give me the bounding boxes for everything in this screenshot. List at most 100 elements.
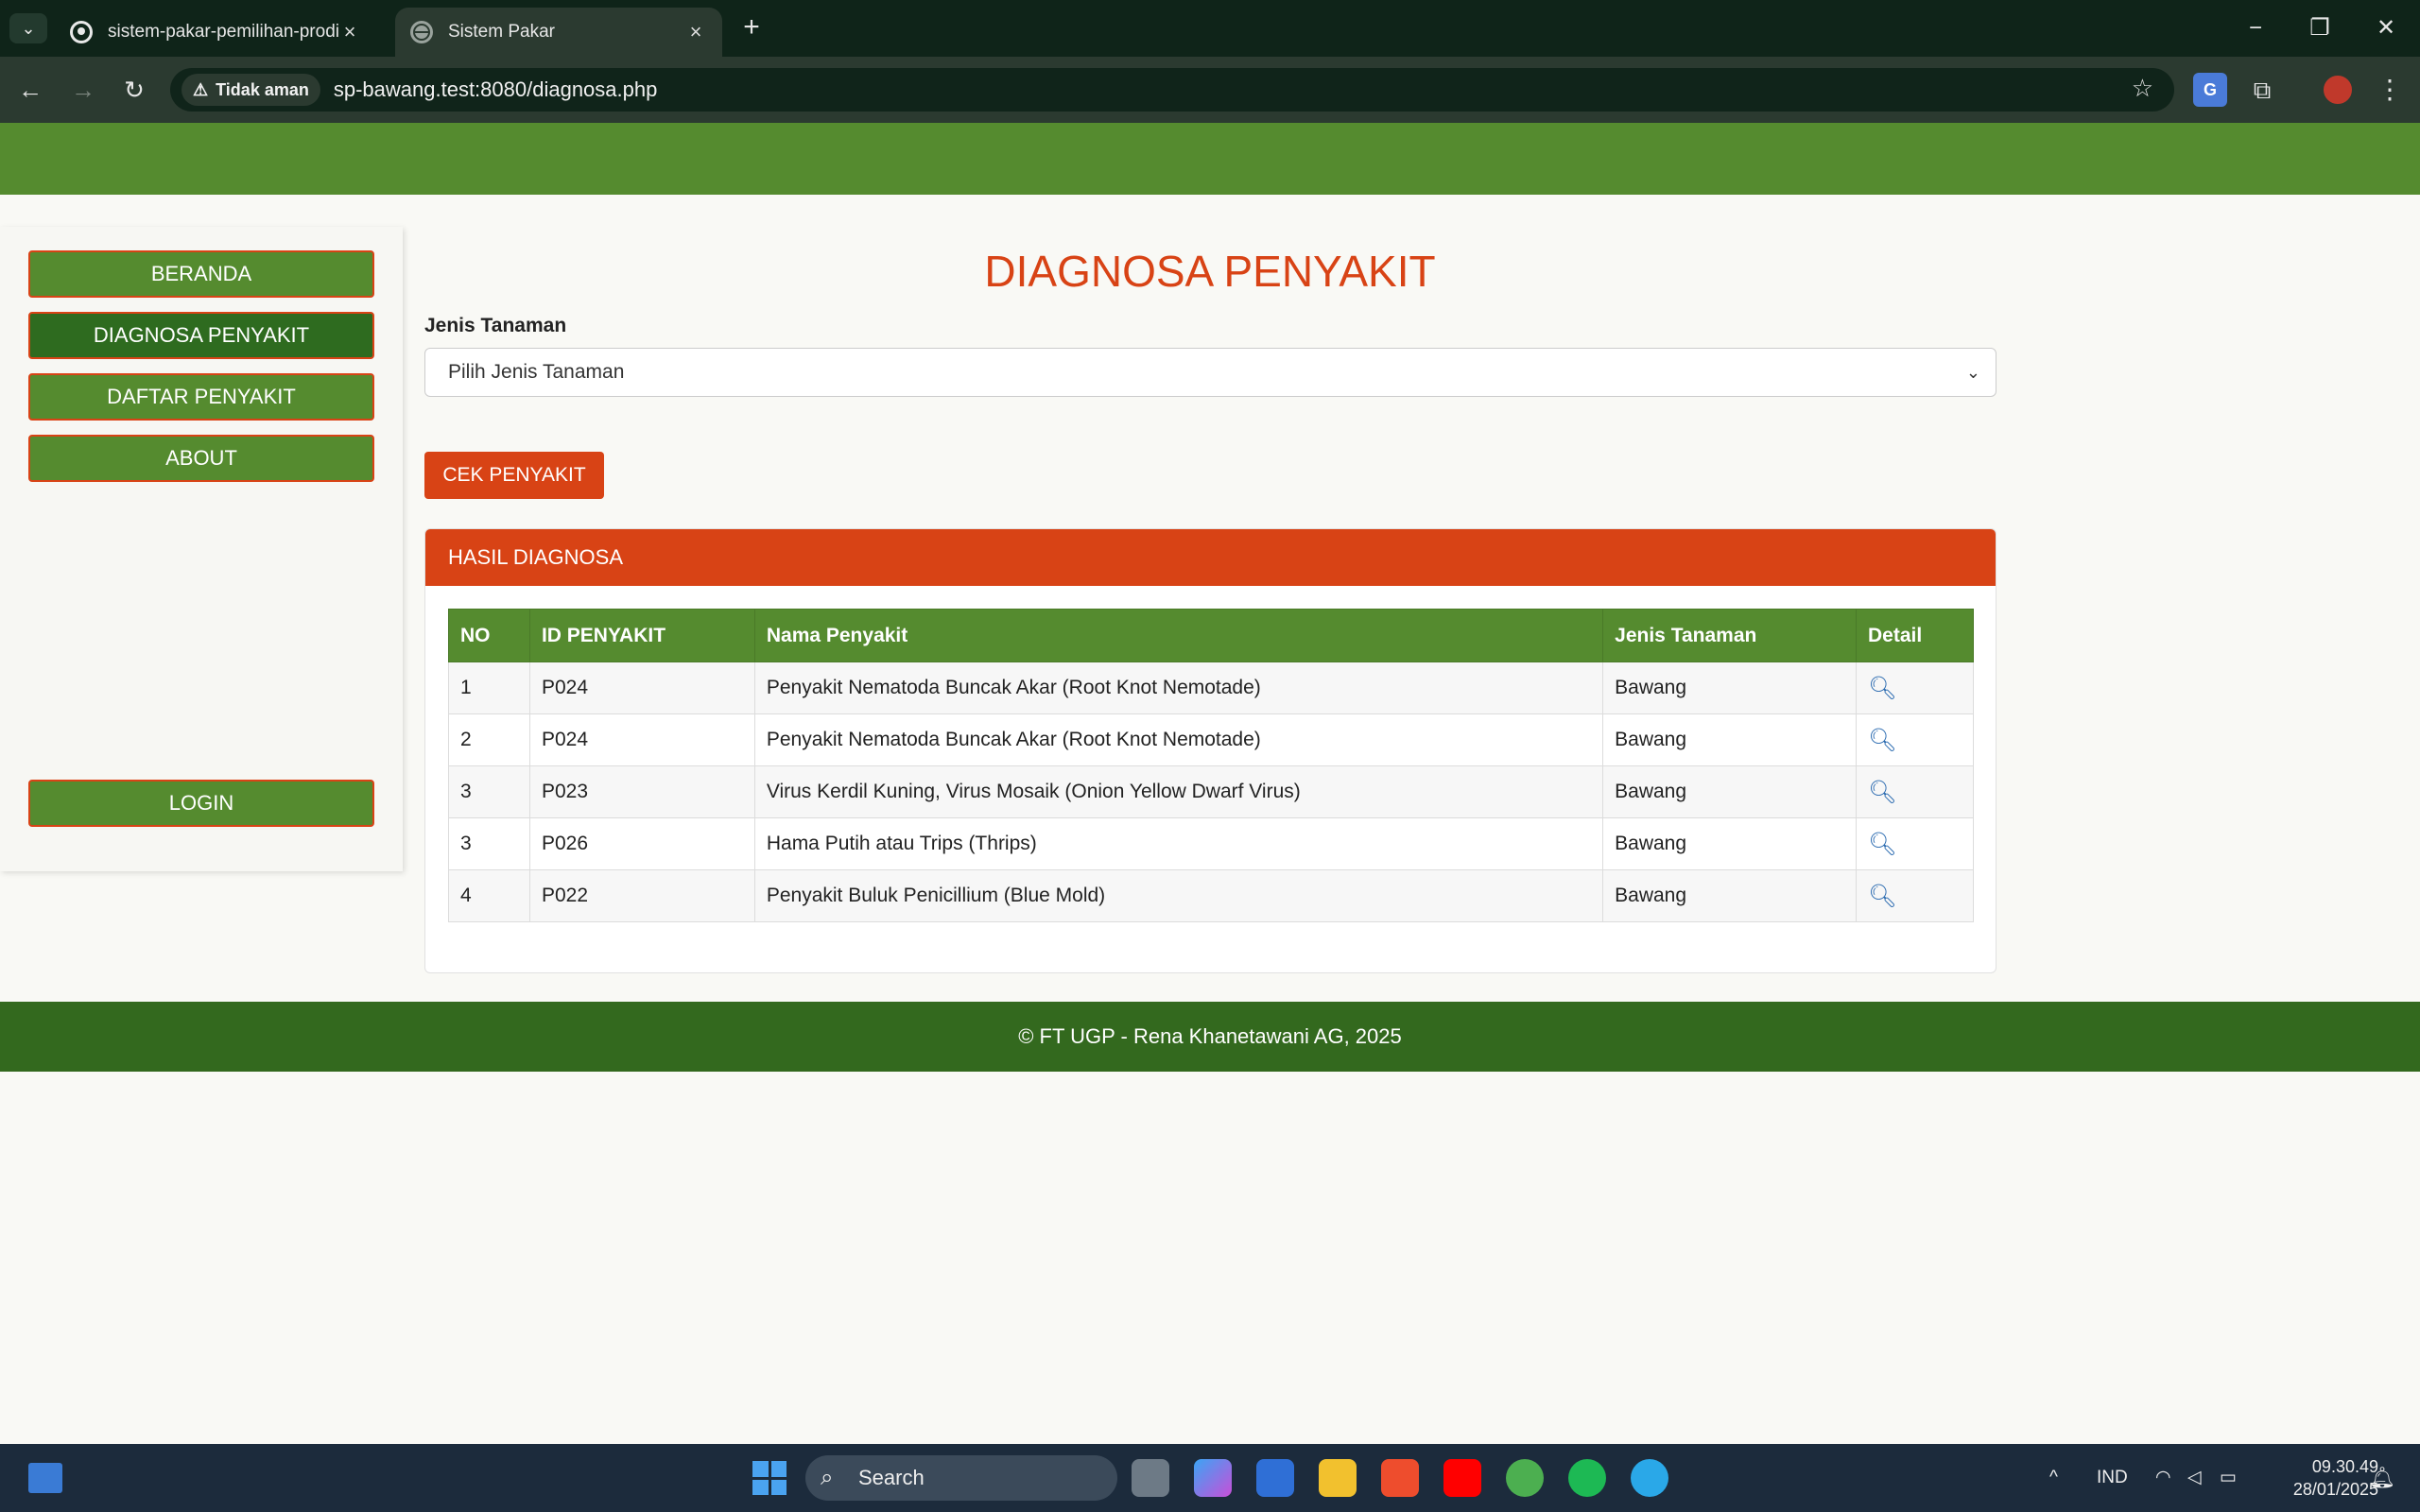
column-header: Detail (1856, 609, 1974, 662)
cell-no: 1 (448, 662, 530, 714)
check-disease-button[interactable]: CEK PENYAKIT (424, 452, 604, 499)
tab-search-button[interactable]: ⌄ (9, 13, 47, 43)
cell-name: Penyakit Buluk Penicillium (Blue Mold) (753, 869, 1604, 922)
cell-name: Penyakit Nematoda Buncak Akar (Root Knot… (753, 662, 1604, 714)
chevron-down-icon: ⌄ (1965, 363, 1980, 382)
copilot-icon[interactable] (1194, 1459, 1232, 1497)
tab-github[interactable]: sistem-pakar-pemilihan-prodi/ × (55, 8, 376, 57)
messaging-app-icon[interactable] (1631, 1459, 1668, 1497)
taskbar: ⌕ Search ^ IND ◠ ◁ ▭ 09.30.49 28/01/2025… (0, 1444, 2420, 1512)
warning-icon: ⚠ (193, 79, 209, 99)
page-title: DIAGNOSA PENYAKIT (984, 247, 1436, 296)
search-icon[interactable]: 🔍︎ (1868, 780, 1896, 805)
reload-button[interactable]: ↻ (117, 73, 151, 107)
sidebar-item-daftar-penyakit[interactable]: DAFTAR PENYAKIT (28, 373, 374, 421)
url-text[interactable]: sp-bawang.test:8080/diagnosa.php (334, 77, 657, 102)
result-panel: HASIL DIAGNOSA NO ID PENYAKIT Nama Penya… (424, 528, 1996, 973)
browser-toolbar: ← → ↻ ⚠ Tidak aman sp-bawang.test:8080/d… (0, 57, 2420, 123)
cell-detail: 🔍︎ (1856, 817, 1974, 870)
select-value: Pilih Jenis Tanaman (448, 361, 625, 383)
table-row: 2 P024 Penyakit Nematoda Buncak Akar (Ro… (448, 713, 1974, 766)
cell-id: P022 (528, 869, 755, 922)
new-tab-button[interactable]: + (735, 13, 768, 45)
table-row: 1 P024 Penyakit Nematoda Buncak Akar (Ro… (448, 662, 1974, 714)
bookmark-star-icon[interactable]: ☆ (2132, 74, 2153, 103)
security-label: Tidak aman (216, 79, 309, 99)
file-explorer-icon[interactable] (1319, 1459, 1357, 1497)
close-icon[interactable]: × (684, 20, 707, 44)
cell-detail: 🔍︎ (1856, 765, 1974, 818)
search-icon[interactable]: 🔍︎ (1868, 728, 1896, 753)
forward-button[interactable]: → (66, 73, 100, 107)
volume-icon[interactable]: ◁ (2187, 1444, 2202, 1512)
search-icon: ⌕ (821, 1465, 834, 1490)
cell-name: Penyakit Nematoda Buncak Akar (Root Knot… (753, 713, 1604, 766)
plant-type-select[interactable]: Pilih Jenis Tanaman ⌄ (424, 348, 1996, 397)
translate-icon[interactable]: G (2193, 73, 2227, 107)
cell-id: P026 (528, 817, 755, 870)
cell-detail: 🔍︎ (1856, 869, 1974, 922)
cell-plant: Bawang (1602, 713, 1857, 766)
start-icon[interactable] (752, 1461, 786, 1495)
notification-bell-icon[interactable]: 🔔︎ (2369, 1444, 2395, 1512)
github-icon (70, 21, 93, 43)
extensions-icon[interactable]: ⧉ (2245, 73, 2279, 107)
security-chip[interactable]: ⚠ Tidak aman (182, 74, 320, 106)
menu-icon[interactable]: ⋮ (2373, 73, 2407, 107)
spotify-icon[interactable] (1568, 1459, 1606, 1497)
search-icon[interactable]: 🔍︎ (1868, 676, 1896, 701)
browser-tabbar: ⌄ sistem-pakar-pemilihan-prodi/ × Sistem… (0, 0, 2420, 57)
shopee-icon[interactable] (1381, 1459, 1419, 1497)
cell-plant: Bawang (1602, 869, 1857, 922)
cell-name: Virus Kerdil Kuning, Virus Mosaik (Onion… (753, 765, 1604, 818)
result-table: NO ID PENYAKIT Nama Penyakit Jenis Tanam… (448, 609, 1974, 922)
clock-time: 09.30.49 (2311, 1457, 2378, 1476)
cell-detail: 🔍︎ (1856, 662, 1974, 714)
tab-sistem-pakar[interactable]: Sistem Pakar × (395, 8, 722, 57)
sidebar-item-beranda[interactable]: BERANDA (28, 250, 374, 298)
close-icon[interactable]: × (338, 20, 361, 44)
widgets-icon[interactable] (28, 1463, 62, 1493)
result-panel-title: HASIL DIAGNOSA (425, 529, 1996, 586)
language-indicator[interactable]: IND (2097, 1444, 2128, 1512)
login-button[interactable]: LOGIN (28, 780, 374, 827)
profile-avatar[interactable] (2321, 73, 2355, 107)
search-icon[interactable]: 🔍︎ (1868, 884, 1896, 909)
youtube-icon[interactable] (1443, 1459, 1481, 1497)
column-header: Jenis Tanaman (1602, 609, 1857, 662)
cell-plant: Bawang (1602, 662, 1857, 714)
tab-title: Sistem Pakar (448, 22, 555, 42)
cell-plant: Bawang (1602, 817, 1857, 870)
chrome-icon[interactable] (1506, 1459, 1544, 1497)
close-window-button[interactable]: ✕ (2361, 9, 2411, 47)
minimize-button[interactable]: − (2231, 9, 2280, 47)
cell-id: P024 (528, 662, 755, 714)
chevron-up-icon[interactable]: ^ (2049, 1444, 2058, 1512)
cell-plant: Bawang (1602, 765, 1857, 818)
back-button[interactable]: ← (13, 73, 47, 107)
column-header: Nama Penyakit (753, 609, 1604, 662)
taskbar-clock[interactable]: 09.30.49 28/01/2025 (2250, 1455, 2378, 1501)
column-header: ID PENYAKIT (528, 609, 755, 662)
store-icon[interactable] (1256, 1459, 1294, 1497)
table-row: 3 P023 Virus Kerdil Kuning, Virus Mosaik… (448, 765, 1974, 818)
sidebar-item-about[interactable]: ABOUT (28, 435, 374, 482)
sidebar-item-diagnosa-penyakit[interactable]: DIAGNOSA PENYAKIT (28, 312, 374, 359)
plant-type-label: Jenis Tanaman (424, 315, 567, 336)
cell-no: 3 (448, 817, 530, 870)
site-footer: © FT UGP - Rena Khanetawani AG, 2025 (0, 1002, 2420, 1072)
search-icon[interactable]: 🔍︎ (1868, 832, 1896, 857)
tab-title: sistem-pakar-pemilihan-prodi/ (108, 22, 338, 42)
cell-id: P023 (528, 765, 755, 818)
cell-detail: 🔍︎ (1856, 713, 1974, 766)
wifi-icon[interactable]: ◠ (2155, 1444, 2171, 1512)
table-header-row: NO ID PENYAKIT Nama Penyakit Jenis Tanam… (448, 609, 1974, 662)
cell-no: 3 (448, 765, 530, 818)
taskbar-search[interactable]: ⌕ Search (805, 1455, 1117, 1501)
clock-date: 28/01/2025 (2292, 1480, 2378, 1499)
restore-button[interactable]: ❐ (2295, 9, 2344, 47)
task-view-icon[interactable] (1132, 1459, 1169, 1497)
site-header (0, 123, 2420, 195)
battery-icon[interactable]: ▭ (2220, 1444, 2237, 1512)
address-bar[interactable]: ⚠ Tidak aman sp-bawang.test:8080/diagnos… (170, 68, 2174, 112)
